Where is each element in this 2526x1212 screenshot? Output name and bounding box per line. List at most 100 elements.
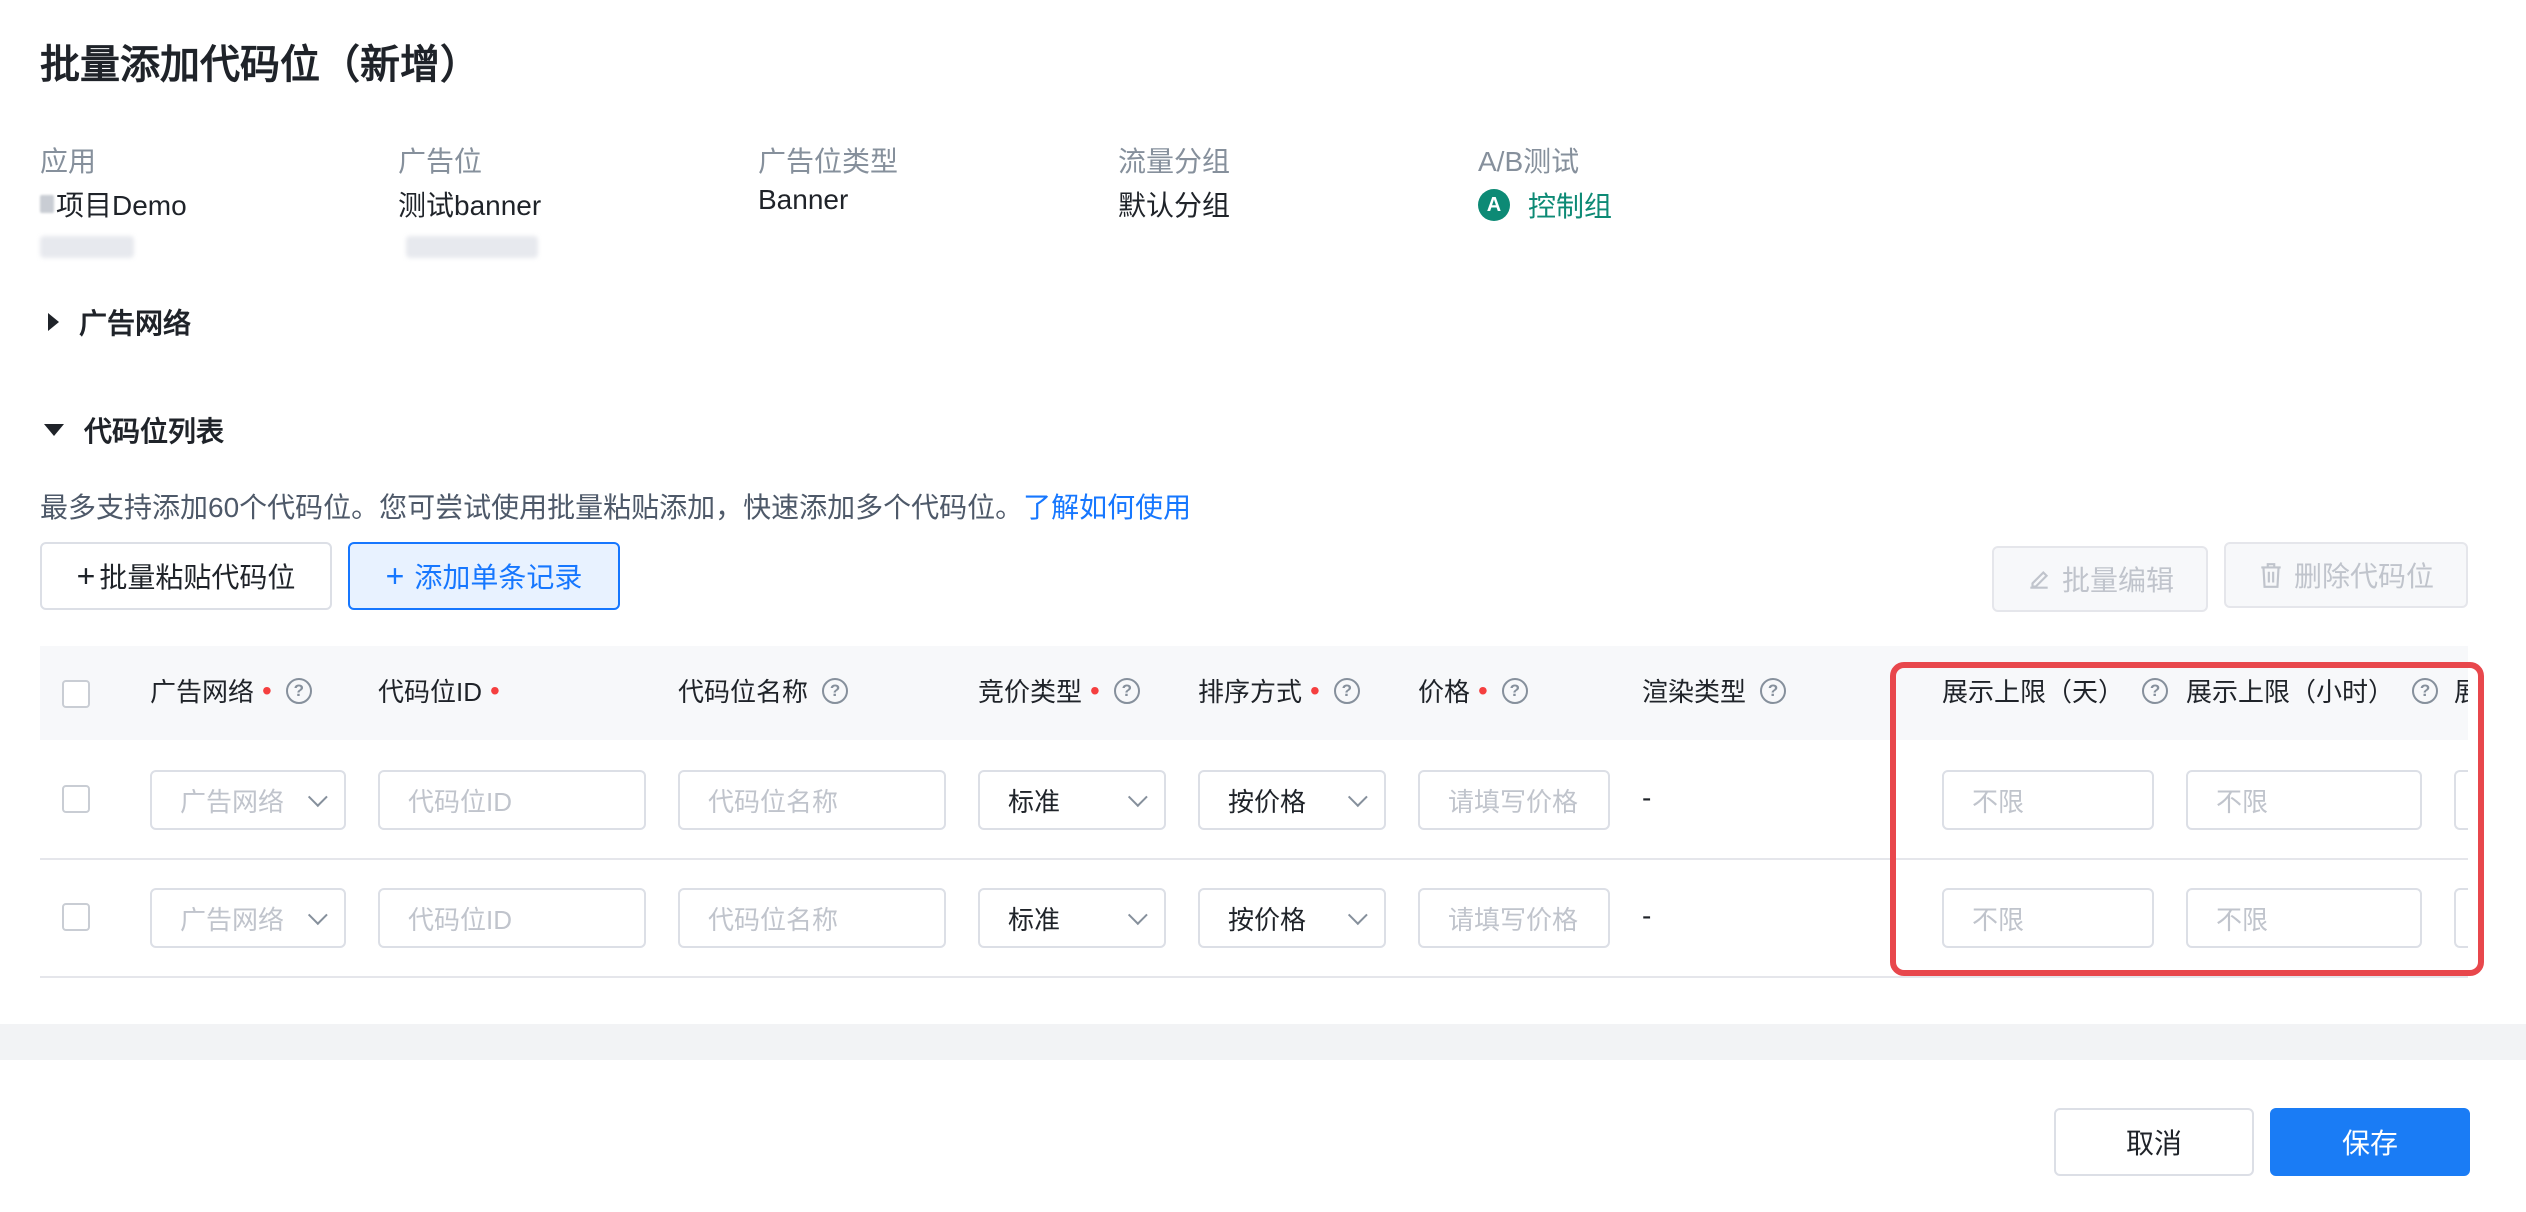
caret-right-icon [48,313,59,331]
col-price: 价格 •? [1418,672,1528,709]
price-placeholder: 请填写价格 [1448,786,1579,817]
plus-icon: + [76,557,96,594]
code-id-input[interactable]: 代码位ID [378,770,646,830]
col-code-name: 代码位名称? [678,672,849,709]
required-marker: • [1310,674,1320,706]
ab-group-badge: A [1478,189,1510,221]
app-value-group: 项目Demo [40,184,187,224]
batch-paste-button[interactable]: + 批量粘贴代码位 [40,542,332,610]
col-render-type: 渲染类型? [1642,672,1787,709]
col-sort-method: 排序方式 •? [1198,672,1360,709]
delete-code-button[interactable]: 删除代码位 [2224,542,2468,608]
bid-type-select[interactable]: 标准 [978,888,1166,948]
row-checkbox[interactable] [62,785,90,813]
placement-id-redacted [406,236,538,258]
add-single-record-button[interactable]: + 添加单条记录 [348,542,620,610]
render-type-value: - [1642,782,1652,813]
code-id-input[interactable]: 代码位ID [378,888,646,948]
footer-divider [0,1024,2526,1060]
bid-type-value: 标准 [1008,786,1061,817]
help-icon[interactable]: ? [1333,677,1360,704]
add-single-record-label: 添加单条记录 [414,562,583,593]
code-list-section-toggle[interactable]: 代码位列表 [44,410,224,450]
cancel-button[interactable]: 取消 [2054,1108,2254,1176]
placement-type-label: 广告位类型 [758,146,899,177]
app-icon [40,195,54,213]
code-name-input[interactable]: 代码位名称 [678,770,946,830]
highlight-box [1890,662,2484,976]
sort-method-value: 按价格 [1228,786,1307,817]
batch-edit-label: 批量编辑 [2061,565,2174,596]
col-code-id: 代码位ID • [378,672,500,709]
bid-type-value: 标准 [1008,904,1061,935]
col-render-type-label: 渲染类型 [1642,677,1747,707]
required-marker: • [262,674,272,706]
help-icon[interactable]: ? [1760,677,1787,704]
code-name-input[interactable]: 代码位名称 [678,888,946,948]
required-marker: • [490,674,500,706]
ab-test-label: A/B测试 [1478,146,1580,177]
ad-network-section-toggle[interactable]: 广告网络 [48,302,191,342]
row-checkbox[interactable] [62,903,90,931]
app-label: 应用 [40,146,97,177]
help-icon[interactable]: ? [285,677,312,704]
sort-method-select[interactable]: 按价格 [1198,770,1386,830]
code-name-placeholder: 代码位名称 [708,786,839,817]
col-code-id-label: 代码位ID [378,677,483,707]
ad-network-section-title: 广告网络 [79,308,192,339]
placement-label: 广告位 [398,146,483,177]
ad-network-placeholder: 广告网络 [180,786,285,817]
caret-down-icon [44,424,64,436]
price-input[interactable]: 请填写价格 [1418,888,1610,948]
save-button[interactable]: 保存 [2270,1108,2470,1176]
required-marker: • [1090,674,1100,706]
ab-test-value-group[interactable]: A 控制组 [1478,185,1612,225]
learn-how-link[interactable]: 了解如何使用 [1023,492,1191,523]
sort-method-select[interactable]: 按价格 [1198,888,1386,948]
code-id-placeholder: 代码位ID [408,786,513,817]
ad-network-select[interactable]: 广告网络 [150,770,346,830]
chevron-down-icon [1347,905,1368,926]
sort-method-value: 按价格 [1228,904,1307,935]
col-ad-network: 广告网络 •? [150,672,312,709]
hint-text: 最多支持添加60个代码位。您可尝试使用批量粘贴添加，快速添加多个代码位。了解如何… [40,486,1191,526]
col-bid-type: 竞价类型 •? [978,672,1140,709]
col-code-name-label: 代码位名称 [678,677,809,707]
batch-paste-label: 批量粘贴代码位 [99,562,296,593]
ad-network-select[interactable]: 广告网络 [150,888,346,948]
traffic-group-label: 流量分组 [1118,146,1231,177]
code-name-placeholder: 代码位名称 [708,904,839,935]
help-icon[interactable]: ? [1113,677,1140,704]
delete-code-label: 删除代码位 [2293,561,2434,592]
select-all-checkbox[interactable] [62,680,90,708]
col-sort-method-label: 排序方式 [1198,677,1303,707]
hint-message: 最多支持添加60个代码位。您可尝试使用批量粘贴添加，快速添加多个代码位。 [40,492,1024,523]
placement-type-value: Banner [758,184,849,215]
col-price-label: 价格 [1418,677,1471,707]
trash-icon [2261,563,2281,588]
page-title: 批量添加代码位（新增） [40,43,480,87]
col-ad-network-label: 广告网络 [150,677,255,707]
placement-value: 测试banner [398,190,542,221]
code-list-section-title: 代码位列表 [84,416,225,447]
help-icon[interactable]: ? [822,677,849,704]
plus-icon: + [385,557,405,594]
ad-network-placeholder: 广告网络 [180,904,285,935]
batch-edit-button[interactable]: 批量编辑 [1992,546,2208,612]
chevron-down-icon [307,787,328,808]
cancel-label: 取消 [2125,1128,2182,1159]
traffic-group-value: 默认分组 [1118,190,1231,221]
chevron-down-icon [307,905,328,926]
price-input[interactable]: 请填写价格 [1418,770,1610,830]
required-marker: • [1478,674,1488,706]
edit-icon [2030,570,2049,589]
ab-group-link[interactable]: 控制组 [1528,185,1612,225]
price-placeholder: 请填写价格 [1448,904,1579,935]
row-divider [40,976,2468,978]
bid-type-select[interactable]: 标准 [978,770,1166,830]
app-id-redacted [40,236,134,258]
help-icon[interactable]: ? [1501,677,1528,704]
app-value: 项目Demo [56,190,187,221]
chevron-down-icon [1347,787,1368,808]
col-bid-type-label: 竞价类型 [978,677,1083,707]
